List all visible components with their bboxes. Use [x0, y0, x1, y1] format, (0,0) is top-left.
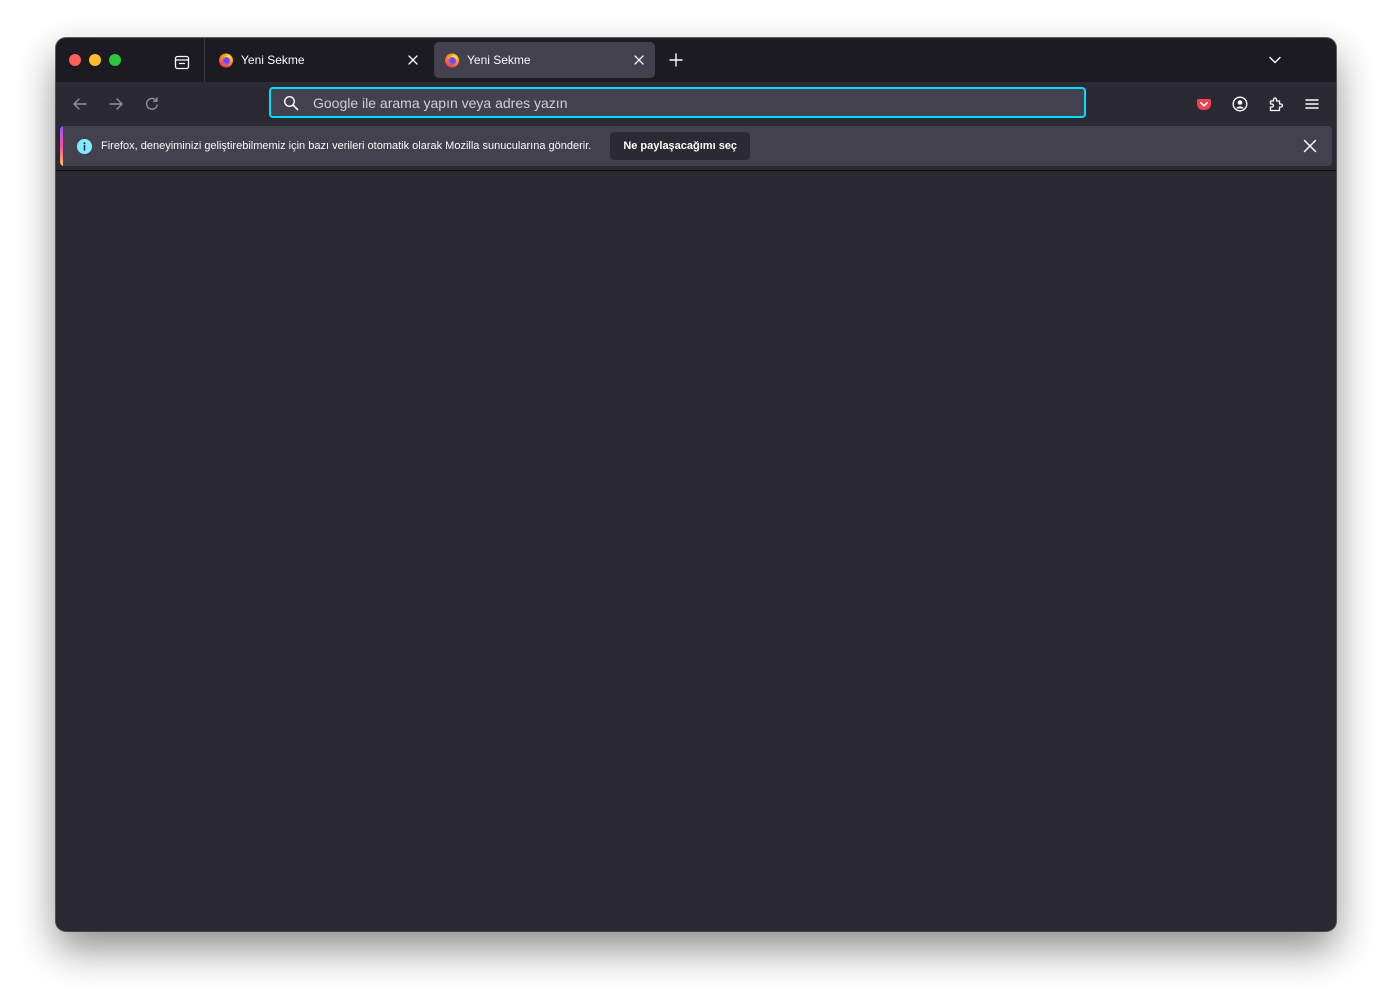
tab-2-active[interactable]: Yeni Sekme	[434, 42, 655, 78]
choose-what-to-share-button[interactable]: Ne paylaşacağımı seç	[610, 132, 751, 160]
browser-window: Yeni Sekme Yeni Sekme Google ile arama y…	[56, 38, 1336, 931]
maximize-window-button[interactable]	[109, 54, 121, 66]
search-icon	[283, 95, 299, 111]
tab-label: Yeni Sekme	[241, 53, 305, 67]
tab-separator	[204, 38, 205, 82]
page-content[interactable]	[56, 171, 1336, 931]
pocket-icon[interactable]	[1192, 92, 1216, 116]
notification-accent	[60, 126, 63, 166]
chevron-down-icon[interactable]	[1263, 48, 1287, 72]
tab-strip: Yeni Sekme Yeni Sekme	[56, 38, 1336, 82]
close-icon[interactable]	[403, 50, 423, 70]
firefox-view-icon[interactable]	[170, 50, 194, 74]
firefox-logo-icon	[218, 52, 234, 68]
arrow-left-icon[interactable]	[68, 92, 92, 116]
nav-bar	[56, 82, 1336, 126]
data-collection-notification: Firefox, deneyiminizi geliştirebilmemiz …	[60, 126, 1332, 166]
hamburger-menu-icon[interactable]	[1300, 92, 1324, 116]
url-bar[interactable]	[269, 87, 1086, 118]
reload-icon[interactable]	[140, 92, 164, 116]
tab-label: Yeni Sekme	[467, 53, 531, 67]
address-input[interactable]	[313, 94, 1084, 111]
puzzle-icon[interactable]	[1264, 92, 1288, 116]
plus-icon[interactable]	[664, 48, 688, 72]
close-icon[interactable]	[1300, 136, 1320, 156]
tab-1[interactable]: Yeni Sekme	[208, 42, 429, 78]
account-icon[interactable]	[1228, 92, 1252, 116]
minimize-window-button[interactable]	[89, 54, 101, 66]
notification-message: Firefox, deneyiminizi geliştirebilmemiz …	[101, 140, 592, 152]
firefox-logo-icon	[444, 52, 460, 68]
arrow-right-icon[interactable]	[104, 92, 128, 116]
close-window-button[interactable]	[69, 54, 81, 66]
close-icon[interactable]	[629, 50, 649, 70]
info-icon	[77, 138, 92, 154]
